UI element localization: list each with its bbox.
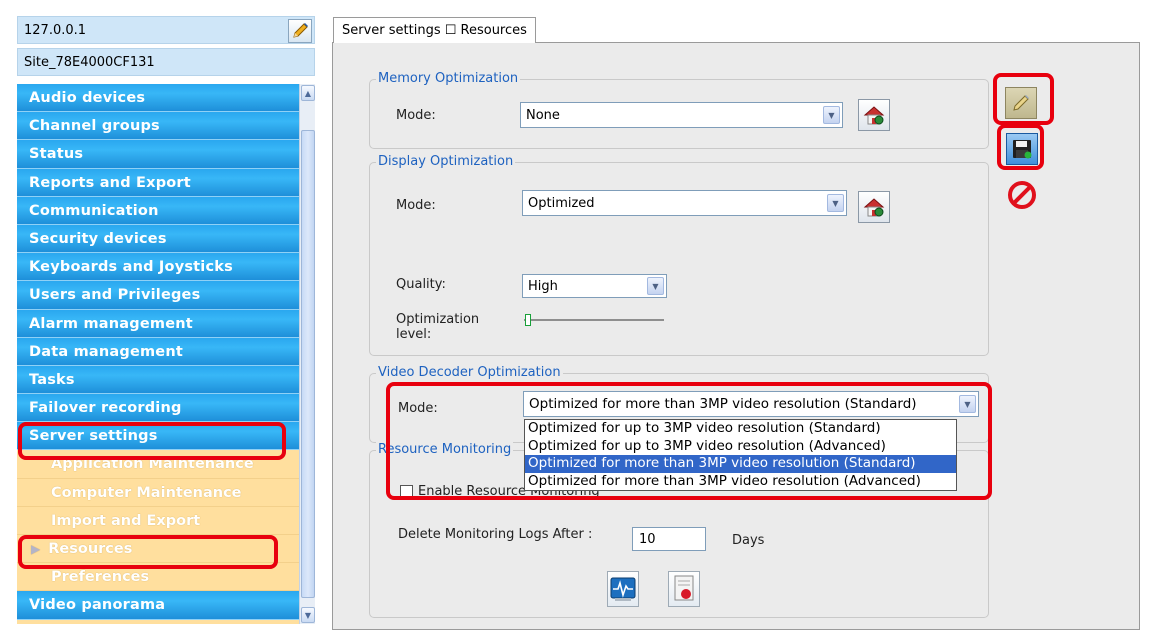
video-mode-option-highlighted[interactable]: Optimized for more than 3MP video resolu… [525, 455, 956, 473]
chevron-down-icon: ▼ [823, 106, 840, 124]
nav-item-channel-groups[interactable]: Channel groups [17, 112, 299, 141]
cancel-icon [1008, 181, 1036, 209]
video-mode-option[interactable]: Optimized for up to 3MP video resolution… [525, 438, 956, 456]
video-mode-dropdown-list[interactable]: Optimized for up to 3MP video resolution… [524, 419, 957, 491]
pencil-icon [1013, 95, 1029, 111]
home-reset-icon [863, 198, 885, 217]
video-mode-select[interactable]: Optimized for more than 3MP video resolu… [523, 391, 979, 417]
nav-item-data-management[interactable]: Data management [17, 337, 299, 366]
nav-item-server-settings[interactable]: Server settings [17, 422, 299, 451]
enable-monitoring-checkbox[interactable] [400, 485, 413, 498]
display-mode-value: Optimized [528, 195, 595, 211]
optimization-level-label-line2: level: [396, 327, 432, 342]
quality-value: High [528, 278, 558, 294]
display-default-button[interactable] [858, 191, 890, 223]
display-optimization-group: Display Optimization Mode: Optimized ▼ Q… [369, 154, 989, 356]
memory-mode-label: Mode: [396, 108, 436, 123]
delete-logs-label: Delete Monitoring Logs After : [398, 527, 593, 542]
performance-monitor-icon [610, 577, 636, 601]
optimization-level-track[interactable] [524, 319, 664, 321]
edit-button[interactable] [1005, 87, 1037, 119]
monitor-chart-button[interactable] [607, 571, 639, 607]
nav-item-users-and-privileges[interactable]: Users and Privileges [17, 281, 299, 310]
optimization-level-label: Optimization level: [396, 312, 479, 342]
nav-item-reports-and-export[interactable]: Reports and Export [17, 168, 299, 197]
cancel-button[interactable] [1006, 179, 1038, 211]
video-mode-option[interactable]: Optimized for more than 3MP video resolu… [525, 473, 956, 491]
nav-item-status[interactable]: Status [17, 140, 299, 169]
memory-optimization-group: Memory Optimization Mode: None ▼ [369, 71, 989, 149]
nav-subitem-preferences[interactable]: Preferences [17, 563, 299, 592]
nav-item-failover-recording[interactable]: Failover recording [17, 394, 299, 423]
monitoring-legend: Resource Monitoring [376, 442, 514, 458]
chevron-down-icon: ▼ [827, 194, 844, 212]
site-name: Site_78E4000CF131 [24, 54, 155, 70]
nav-subitem-computer-maintenance[interactable]: Computer Maintenance [17, 478, 299, 507]
nav-list: Audio devices Channel groups Status Repo… [17, 84, 299, 620]
up-arrow-icon[interactable]: ▲ [301, 85, 315, 101]
down-arrow-icon[interactable]: ▼ [301, 607, 315, 623]
days-label: Days [732, 533, 765, 548]
save-button[interactable] [1006, 133, 1038, 165]
site-name-box: Site_78E4000CF131 [17, 48, 315, 76]
selected-arrow-icon: ▶ [31, 542, 41, 556]
nav-item-keyboards-and-joysticks[interactable]: Keyboards and Joysticks [17, 253, 299, 282]
report-icon [674, 575, 694, 601]
nav-scrollbar[interactable]: ▲ ▼ [299, 84, 315, 624]
video-mode-label: Mode: [398, 401, 438, 416]
delete-logs-days-input[interactable]: 10 [632, 527, 706, 551]
host-address-box: 127.0.0.1 [17, 16, 315, 44]
settings-navigation: Audio devices Channel groups Status Repo… [17, 84, 315, 624]
floppy-save-icon [1013, 140, 1032, 159]
nav-item-video-panorama[interactable]: Video panorama [17, 591, 299, 620]
home-reset-icon [863, 106, 885, 125]
nav-item-tasks[interactable]: Tasks [17, 365, 299, 395]
video-legend: Video Decoder Optimization [376, 365, 563, 381]
quality-label: Quality: [396, 277, 446, 292]
host-address: 127.0.0.1 [24, 22, 87, 38]
nav-subitem-resources[interactable]: ▶ Resources [17, 535, 299, 564]
optimization-level-slider-handle[interactable] [525, 314, 531, 326]
nav-item-audio-devices[interactable]: Audio devices [17, 84, 299, 113]
chevron-down-icon: ▼ [959, 395, 976, 413]
display-mode-label: Mode: [396, 198, 436, 213]
edit-host-button[interactable] [288, 19, 312, 43]
pencil-icon [293, 23, 308, 38]
memory-default-button[interactable] [858, 99, 890, 131]
memory-mode-value: None [526, 107, 560, 123]
quality-select[interactable]: High ▼ [522, 274, 667, 298]
nav-subitem-application-maintenance[interactable]: Application Maintenance [17, 450, 299, 479]
optimization-level-label-line1: Optimization [396, 312, 480, 327]
scrollbar-thumb[interactable] [301, 130, 315, 598]
video-mode-option[interactable]: Optimized for up to 3MP video resolution… [525, 420, 956, 438]
video-mode-value: Optimized for more than 3MP video resolu… [529, 396, 917, 412]
delete-logs-days-value: 10 [639, 531, 656, 547]
tab-label: Server settings ☐ Resources [342, 23, 527, 38]
resources-panel: Memory Optimization Mode: None ▼ Display… [332, 42, 1140, 630]
nav-item-communication[interactable]: Communication [17, 196, 299, 225]
memory-mode-select[interactable]: None ▼ [520, 102, 843, 128]
tab-server-settings-resources[interactable]: Server settings ☐ Resources [333, 17, 536, 43]
memory-legend: Memory Optimization [376, 71, 521, 87]
nav-subitem-resources-label: Resources [48, 541, 133, 557]
nav-item-alarm-management[interactable]: Alarm management [17, 309, 299, 338]
nav-subitem-import-and-export[interactable]: Import and Export [17, 506, 299, 535]
monitor-report-button[interactable] [668, 571, 700, 607]
nav-item-security-devices[interactable]: Security devices [17, 224, 299, 254]
chevron-down-icon: ▼ [647, 277, 664, 295]
display-mode-select[interactable]: Optimized ▼ [522, 190, 847, 216]
display-legend: Display Optimization [376, 154, 516, 170]
